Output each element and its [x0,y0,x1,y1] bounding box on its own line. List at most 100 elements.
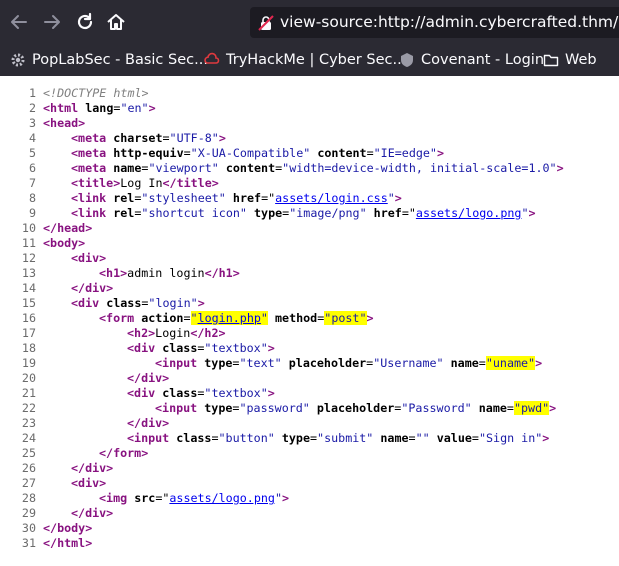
code-token: </head> [43,221,93,235]
code-token: "image/png" [289,206,367,220]
code-token: </h2> [190,326,226,340]
bookmark-label: TryHackMe | Cyber Sec... [226,52,407,68]
code-token: method [275,311,318,325]
code-token: name [478,401,507,415]
source-link[interactable]: assets/login.css [275,191,388,205]
code-token: <meta [71,161,114,175]
code-token: " [521,206,529,220]
code-token: "IE=edge" [373,146,437,160]
line-number: 16 [21,311,36,325]
bookmarks-toolbar: PopLabSec - Basic Sec... TryHackMe | Cyb… [0,44,619,76]
browser-toolbar: view-source:http://admin.cybercrafted.th… [0,0,619,44]
code-token: = [471,431,479,445]
reload-icon[interactable] [73,10,97,34]
line-number: 31 [21,536,36,550]
line-number: 17 [21,326,36,340]
line-code: <meta charset="UTF-8"> [71,131,226,146]
folder-icon [543,54,559,67]
code-token: <form [99,311,142,325]
back-arrow-icon[interactable] [7,10,31,34]
url-bar[interactable]: view-source:http://admin.cybercrafted.th… [250,7,619,38]
highlighted-token: " [190,311,198,325]
code-token: </body> [43,521,93,535]
line-code: <input type="text" placeholder="Username… [155,356,542,371]
code-token: <link [71,191,114,205]
code-token: = [183,311,191,325]
line-code: <input class="button" type="submit" name… [127,431,549,446]
code-token: type [204,356,233,370]
insecure-lock-icon[interactable] [258,15,274,31]
code-token: content [225,161,276,175]
line-code: <body> [43,236,85,251]
code-token: "shortcut icon" [141,206,247,220]
code-token: "UTF-8" [169,131,219,145]
line-code: </div> [127,416,169,431]
code-token: > [148,101,156,115]
code-token: Login [155,326,191,340]
line-code: <input type="password" placeholder="Pass… [155,401,556,416]
highlighted-token: "uname" [485,356,536,370]
code-token: > [394,191,402,205]
code-token: class [176,431,212,445]
url-text: view-source:http://admin.cybercrafted.th… [280,13,619,31]
code-token: = [506,401,514,415]
code-token: <head> [43,116,86,130]
line-code: </div> [71,281,113,296]
code-token: http-equiv [113,146,184,160]
code-token: " [274,491,282,505]
source-link[interactable]: assets/logo.png [416,206,522,220]
code-token: <input [127,431,177,445]
code-token: "submit" [317,431,374,445]
code-token: > [535,356,543,370]
code-token: > [549,401,557,415]
code-token: href [373,206,402,220]
line-number: 20 [21,371,36,385]
code-token: <div [127,341,163,355]
line-number: 26 [21,461,36,475]
highlighted-token: "pwd" [513,401,550,415]
code-token: =" [261,191,276,205]
line-number: 4 [28,131,36,145]
code-token: value [436,431,472,445]
line-code: <form action="login.php" method="post"> [99,311,374,326]
line-code: </head> [43,221,92,236]
code-token: name [450,356,479,370]
code-token: > [267,386,275,400]
line-number: 30 [21,521,36,535]
code-token: <div> [71,251,107,265]
line-code: <div> [71,251,106,266]
line-code: <div class="login"> [71,296,205,311]
code-token: > [556,161,564,175]
source-link[interactable]: assets/logo.png [169,491,275,505]
code-token: </div> [71,281,114,295]
highlighted-token: " [260,311,268,325]
line-code: <!DOCTYPE html> [43,86,149,101]
line-number: 28 [21,491,36,505]
line-number: 12 [21,251,36,265]
line-number: 18 [21,341,36,355]
code-token: </div> [127,416,170,430]
code-token: = [183,146,191,160]
highlighted-token: "post" [324,311,367,325]
code-token: </div> [127,371,170,385]
forward-arrow-icon[interactable] [40,10,64,34]
code-token: href [232,191,262,205]
code-token: <img [99,491,135,505]
code-token: content [317,146,367,160]
code-token: Log In [120,176,163,190]
line-number: 9 [28,206,36,220]
code-token: "Username" [373,356,444,370]
code-token: </html> [43,536,93,550]
home-icon[interactable] [104,10,128,34]
source-link[interactable]: login.php [197,311,261,325]
code-token: </title> [162,176,219,190]
code-token: = [310,431,318,445]
code-token: =" [401,206,416,220]
code-token: <div [127,386,163,400]
